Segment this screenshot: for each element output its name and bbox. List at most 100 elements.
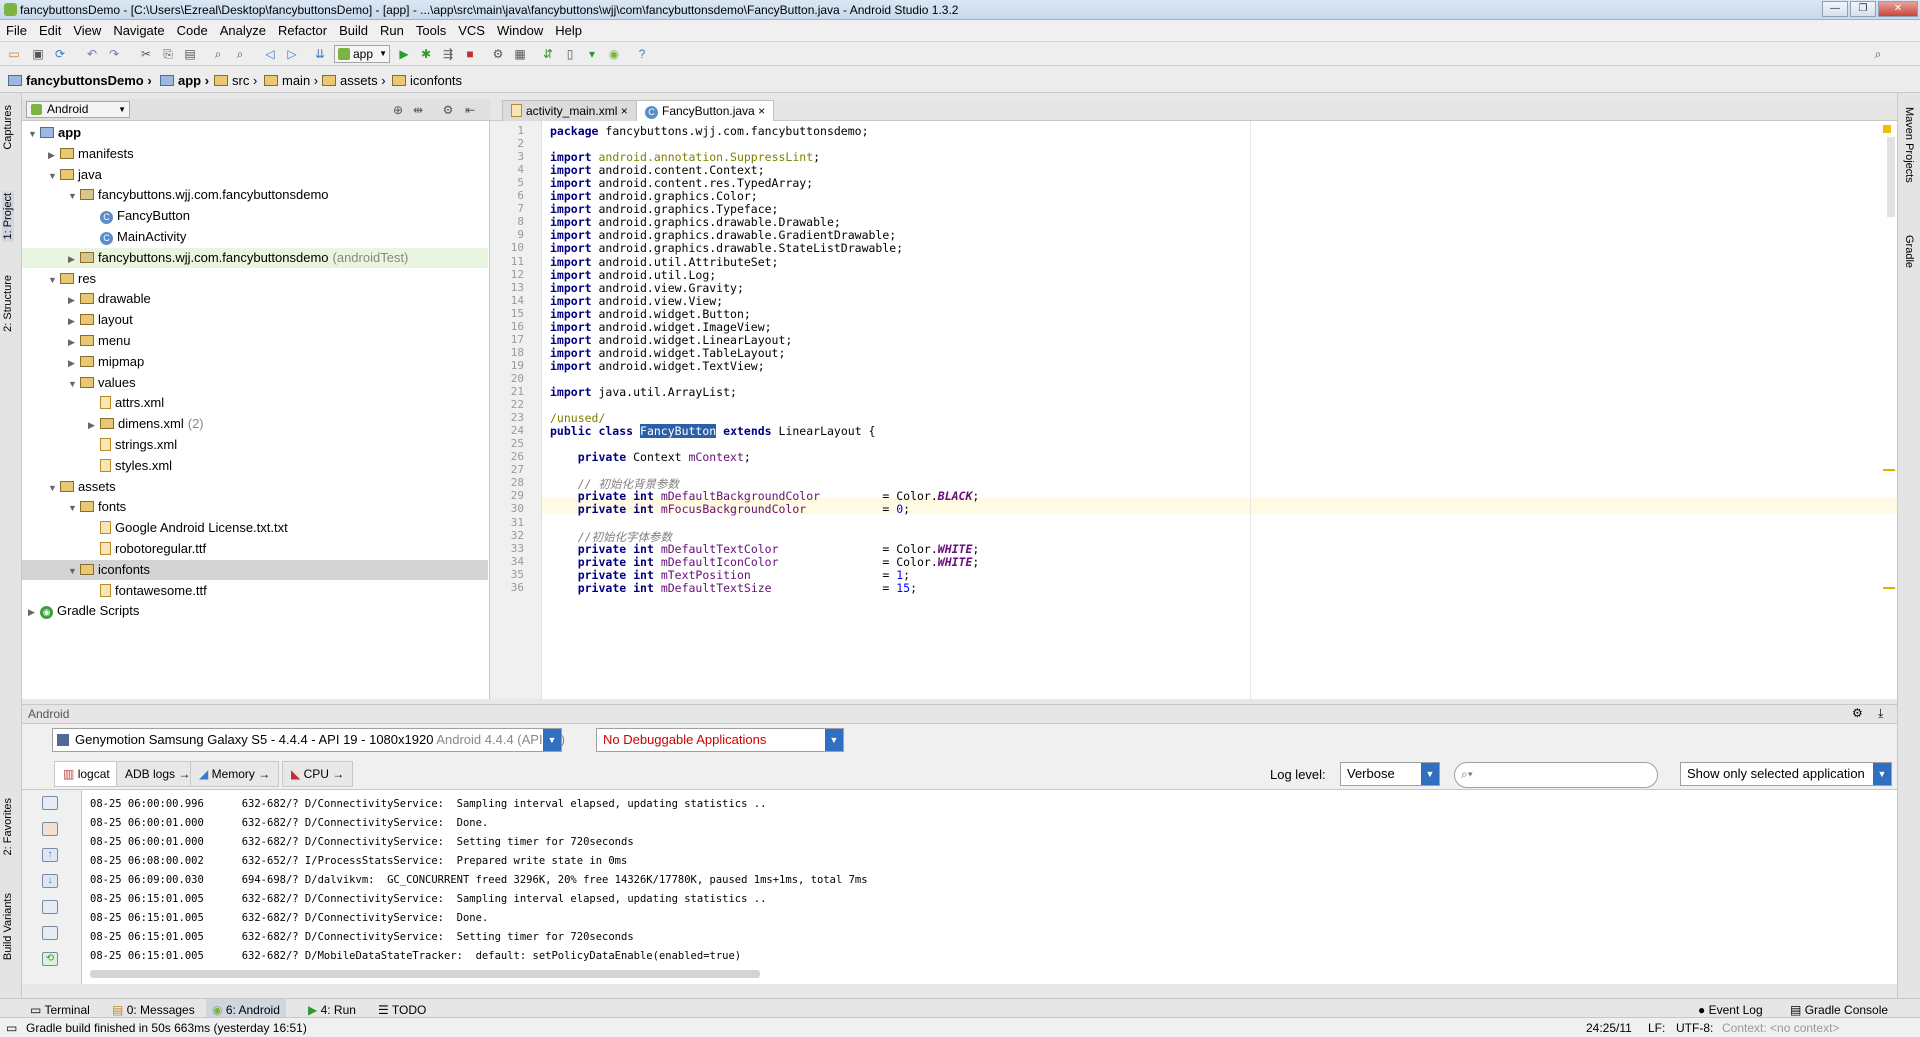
menu-file[interactable]: File [0, 20, 33, 38]
menu-refactor[interactable]: Refactor [272, 20, 333, 38]
run-config-select[interactable]: app ▼ [334, 45, 390, 63]
project-tool-tab[interactable]: 1: Project [2, 191, 14, 242]
expand-arrow-icon[interactable]: ▼ [48, 478, 60, 498]
tree-node[interactable]: robotoregular.ttf [88, 539, 206, 559]
restart-icon[interactable]: ⟲ [42, 952, 58, 966]
expand-arrow-icon[interactable]: ▼ [68, 561, 80, 581]
log-filter-select[interactable]: Show only selected application ▼ [1680, 762, 1892, 786]
horizontal-scrollbar[interactable] [90, 970, 760, 978]
caret-position[interactable]: 24:25/11 [1586, 1021, 1632, 1035]
sdk-manager-icon[interactable]: ▦ [512, 46, 528, 62]
paste-icon[interactable]: ▤ [182, 46, 198, 62]
tree-node[interactable]: ▶ drawable [68, 289, 151, 309]
structure-tool-tab[interactable]: 2: Structure [2, 275, 14, 332]
stop-icon[interactable]: ■ [462, 46, 478, 62]
tree-node[interactable]: ▶ ◉ Gradle Scripts [28, 601, 139, 621]
tab-logcat[interactable]: ▥ logcat [54, 761, 119, 787]
menu-help[interactable]: Help [549, 20, 588, 38]
breadcrumb-app[interactable]: app › [160, 73, 209, 88]
menu-run[interactable]: Run [374, 20, 410, 38]
replace-icon[interactable]: ⌕ [232, 46, 248, 62]
tree-node[interactable]: ▶ manifests [48, 144, 134, 164]
tab-terminal[interactable]: ▭ Terminal [30, 1003, 90, 1017]
inspection-status-icon[interactable] [1883, 125, 1891, 133]
app-select[interactable]: No Debuggable Applications ▼ [596, 728, 844, 752]
file-encoding[interactable]: UTF-8: [1676, 1021, 1713, 1035]
collapse-all-icon[interactable]: ⇹ [410, 102, 426, 118]
tab-cpu[interactable]: ◣ CPU → [282, 761, 354, 787]
collapse-arrow-icon[interactable]: ▶ [68, 332, 80, 352]
collapse-arrow-icon[interactable]: ▶ [88, 415, 100, 435]
debug-icon[interactable]: ✱ [418, 46, 434, 62]
sync-scroll-icon[interactable]: ⊕ [390, 102, 406, 118]
tree-node[interactable]: ▶ dimens.xml (2) [88, 414, 204, 434]
tree-node[interactable]: fontawesome.ttf [88, 581, 207, 601]
log-search-input[interactable] [1483, 766, 1651, 784]
gradle-tab[interactable]: Gradle [1903, 235, 1915, 268]
menu-build[interactable]: Build [333, 20, 374, 38]
tree-node[interactable]: ▼ fancybuttons.wjj.com.fancybuttonsdemo [68, 185, 329, 205]
captures-tab[interactable]: Captures [2, 105, 14, 150]
down-arrow-icon[interactable]: ↓ [42, 874, 58, 888]
hide-panel-icon[interactable]: ⇤ [462, 102, 478, 118]
favorites-tool-tab[interactable]: 2: Favorites [2, 798, 14, 855]
find-icon[interactable]: ⌕ [210, 46, 226, 62]
forward-icon[interactable]: ▷ [284, 46, 300, 62]
tree-node[interactable]: Google Android License.txt.txt [88, 518, 288, 538]
menu-window[interactable]: Window [491, 20, 549, 38]
breadcrumb-iconfonts[interactable]: iconfonts [392, 73, 462, 88]
warning-marker[interactable] [1883, 469, 1895, 471]
save-icon[interactable]: ▣ [30, 46, 46, 62]
tree-node[interactable]: attrs.xml [88, 393, 164, 413]
project-structure-icon[interactable]: ⚙ [490, 46, 506, 62]
menu-vcs[interactable]: VCS [452, 20, 491, 38]
search-everywhere-icon[interactable]: ⌕ [1870, 46, 1886, 62]
ddms-icon[interactable]: ▾ [584, 46, 600, 62]
tree-node[interactable]: C FancyButton [88, 206, 190, 226]
expand-arrow-icon[interactable]: ▼ [68, 374, 80, 394]
editor-scrollbar[interactable] [1887, 137, 1895, 217]
redo-icon[interactable]: ↷ [106, 46, 122, 62]
menu-edit[interactable]: Edit [33, 20, 67, 38]
tree-node[interactable]: C MainActivity [88, 227, 186, 247]
maven-projects-tab[interactable]: Maven Projects [1903, 107, 1915, 183]
expand-arrow-icon[interactable]: ▼ [48, 166, 60, 186]
close-button[interactable]: ✕ [1878, 1, 1918, 17]
tree-node[interactable]: ▶ mipmap [68, 352, 144, 372]
tree-node[interactable]: ▶ layout [68, 310, 133, 330]
up-arrow-icon[interactable]: ↑ [42, 848, 58, 862]
attach-debugger-icon[interactable]: ⇶ [440, 46, 456, 62]
cut-icon[interactable]: ✂ [138, 46, 154, 62]
android-device-icon[interactable]: ◉ [606, 46, 622, 62]
expand-arrow-icon[interactable]: ▼ [68, 498, 80, 518]
tree-node[interactable]: ▼ values [68, 373, 136, 393]
tree-node[interactable]: styles.xml [88, 456, 172, 476]
tree-node[interactable]: strings.xml [88, 435, 177, 455]
hide-panel-icon[interactable]: ⤓ [1878, 706, 1883, 721]
warning-marker[interactable] [1883, 587, 1895, 589]
make-project-icon[interactable]: ⇊ [312, 46, 328, 62]
panel-settings-icon[interactable]: ⚙ [1852, 706, 1863, 720]
context-indicator[interactable]: Context: <no context> [1722, 1021, 1839, 1035]
undo-icon[interactable]: ↶ [84, 46, 100, 62]
avd-manager-icon[interactable]: ▯ [562, 46, 578, 62]
print-icon[interactable] [42, 926, 58, 940]
tab-memory[interactable]: ◢ Memory → [190, 761, 280, 787]
menu-tools[interactable]: Tools [410, 20, 452, 38]
soft-wrap-icon[interactable] [42, 900, 58, 914]
tab-event-log[interactable]: ● Event Log [1698, 1003, 1763, 1017]
expand-arrow-icon[interactable]: ▼ [28, 124, 40, 144]
tree-node[interactable]: ▶ fancybuttons.wjj.com.fancybuttonsdemo (a… [22, 247, 488, 268]
collapse-arrow-icon[interactable]: ▶ [28, 602, 40, 622]
copy-icon[interactable]: ⎘ [160, 46, 176, 62]
tree-node[interactable]: ▼ app [28, 123, 81, 143]
expand-arrow-icon[interactable]: ▼ [48, 270, 60, 290]
tab-adb-logs[interactable]: ADB logs → [116, 761, 200, 787]
maximize-button[interactable]: ❐ [1850, 1, 1876, 17]
open-folder-icon[interactable]: ▭ [6, 46, 22, 62]
breadcrumb-src[interactable]: src › [214, 73, 257, 88]
project-view-select[interactable]: Android ▼ [26, 101, 130, 118]
tree-node[interactable]: ▼ fonts [68, 497, 126, 517]
tab-activity-main-xml[interactable]: activity_main.xml × [502, 100, 637, 121]
collapse-arrow-icon[interactable]: ▶ [68, 311, 80, 331]
